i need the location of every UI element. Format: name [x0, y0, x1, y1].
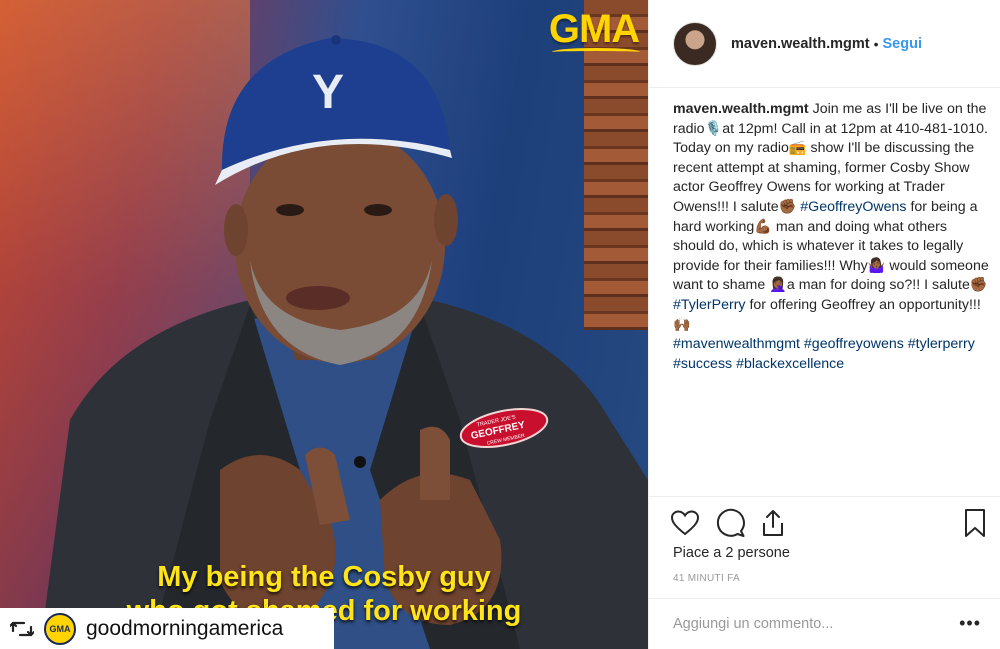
- caption-username[interactable]: maven.wealth.mgmt: [673, 101, 809, 117]
- video-caption-line-1: My being the Cosby guy: [157, 561, 491, 593]
- cap-letter: Y: [312, 66, 344, 119]
- post-actions: [649, 496, 1000, 550]
- repost-account-name[interactable]: goodmorningamerica: [86, 617, 283, 641]
- hashtag-link[interactable]: #TylerPerry: [673, 297, 746, 313]
- hashtag-link[interactable]: #blackexcellence: [736, 356, 844, 372]
- more-options-icon[interactable]: •••: [959, 613, 981, 634]
- author-username[interactable]: maven.wealth.mgmt: [731, 36, 870, 52]
- follow-button[interactable]: Segui: [883, 36, 922, 52]
- likes-count[interactable]: Piace a 2 persone: [673, 545, 790, 561]
- comment-input[interactable]: [673, 616, 943, 632]
- post-header: maven.wealth.mgmt • Segui: [649, 0, 1000, 88]
- person-illustration: Y TRADER JOE'S GEOFFREY CREW MEMBER: [40, 35, 648, 649]
- gma-logo: GMA: [546, 6, 642, 54]
- repost-attribution[interactable]: GMA goodmorningamerica: [0, 608, 334, 649]
- bookmark-icon[interactable]: [959, 507, 991, 539]
- header-separator: •: [873, 35, 879, 52]
- heart-icon[interactable]: [669, 507, 701, 539]
- comment-icon[interactable]: [715, 507, 747, 539]
- post-caption: maven.wealth.mgmt Join me as I'll be live…: [673, 100, 989, 374]
- post-timestamp[interactable]: 41 MINUTI FA: [673, 573, 740, 584]
- author-avatar[interactable]: [673, 21, 717, 66]
- post-sidebar: maven.wealth.mgmt • Segui maven.wealth.m…: [648, 0, 1000, 649]
- hashtag-link[interactable]: #mavenwealthmgmt: [673, 336, 800, 352]
- share-icon[interactable]: [757, 507, 789, 539]
- hashtag-link[interactable]: #geoffreyowens: [804, 336, 904, 352]
- hashtag-link[interactable]: #success: [673, 356, 732, 372]
- post-media[interactable]: Y TRADER JOE'S GEOFFREY CREW MEMBER GMA …: [0, 0, 648, 649]
- comment-bar: •••: [649, 598, 1000, 649]
- repost-icon: [10, 621, 34, 636]
- repost-avatar[interactable]: GMA: [44, 612, 76, 645]
- hashtag-link[interactable]: #GeoffreyOwens: [800, 199, 906, 215]
- hashtag-link[interactable]: #tylerperry: [908, 336, 975, 352]
- caption-text-1: Join me as I'll be live on the radio🎙️at…: [673, 101, 988, 215]
